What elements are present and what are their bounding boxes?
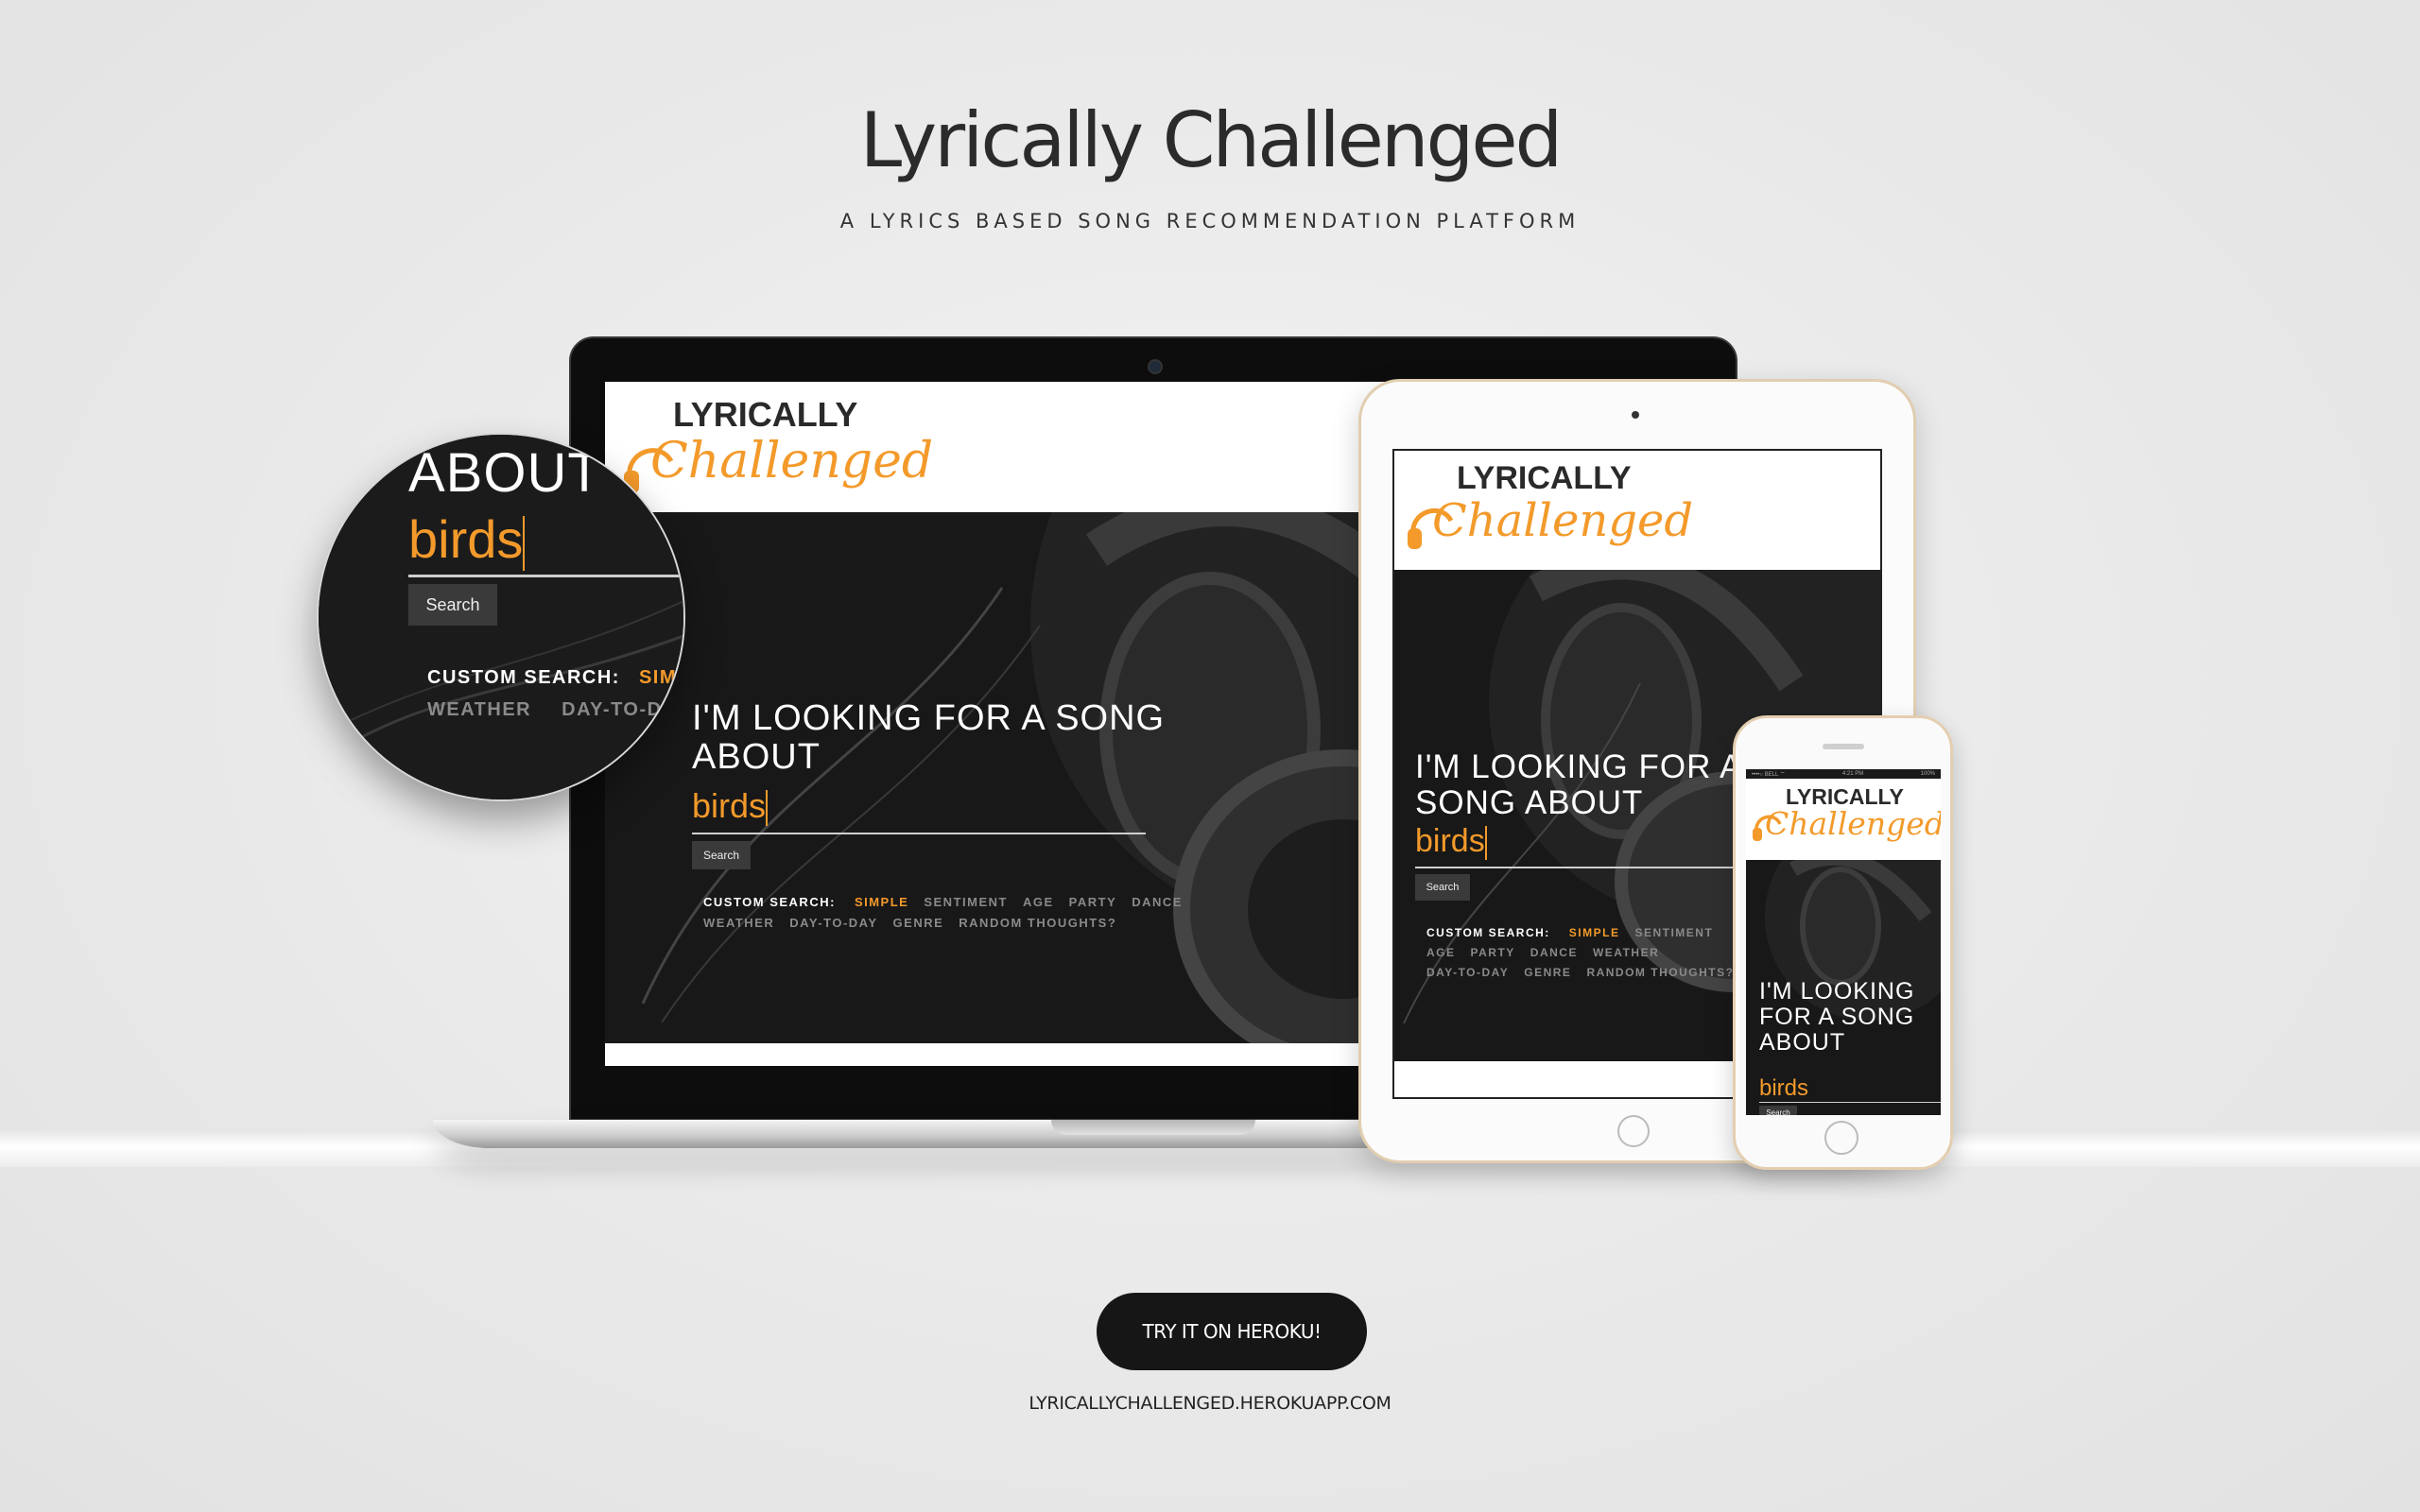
query-text: birds <box>408 509 524 569</box>
page-subtitle: A LYRICS BASED SONG RECOMMENDATION PLATF… <box>839 210 1581 232</box>
laptop-notch <box>1051 1120 1255 1135</box>
query-input[interactable]: birds <box>692 786 769 827</box>
hero-headline: I'M LOOKING FOR A SONG ABOUT <box>1415 748 1741 821</box>
option-simple[interactable]: SIMPLE <box>1569 923 1620 943</box>
option-age[interactable]: AGE <box>1426 943 1456 963</box>
option-day-to-day[interactable]: DAY-TO-DA <box>562 694 677 726</box>
speaker-icon <box>1823 744 1864 749</box>
page-title: Lyrically Challenged <box>859 96 1564 184</box>
carrier-signal: ••••○ BELL ⌔ <box>1752 772 1786 778</box>
try-heroku-button[interactable]: TRY IT ON HEROKU! <box>1097 1293 1367 1370</box>
hero-section: I'M LOOKING FOR A SONG ABOUT birds Searc… <box>1746 860 1941 1115</box>
zoom-query-input[interactable]: birds <box>408 508 526 572</box>
option-party[interactable]: PARTY <box>1069 892 1117 913</box>
status-time: 4:21 PM <box>1841 771 1864 777</box>
option-age[interactable]: AGE <box>1023 892 1054 913</box>
home-button-icon[interactable] <box>1617 1115 1650 1147</box>
query-input[interactable]: birds <box>1759 1075 1808 1102</box>
option-simple[interactable]: SIM <box>639 662 677 694</box>
option-day-to-day[interactable]: DAY-TO-DAY <box>1426 963 1509 983</box>
status-bar: ••••○ BELL ⌔ 4:21 PM 100% <box>1746 769 1941 779</box>
search-button[interactable]: Search <box>1759 1106 1797 1115</box>
battery-level: 100% <box>1920 771 1935 777</box>
option-random-thoughts[interactable]: RANDOM THOUGHTS? <box>1586 963 1734 983</box>
option-genre[interactable]: GENRE <box>1524 963 1571 983</box>
option-dance[interactable]: DANCE <box>1132 892 1183 913</box>
query-input[interactable]: birds <box>1415 823 1487 861</box>
zoom-headline: ABOUT <box>408 442 602 504</box>
custom-search-options: CUSTOM SEARCH: SIMPLE SENTIMENT AGE PARTY DAN… <box>703 892 1233 934</box>
search-button[interactable]: Search <box>1415 874 1470 901</box>
search-button[interactable]: Search <box>692 841 751 869</box>
query-text: birds <box>1415 823 1485 859</box>
app-header: LYRICALLY Challenged <box>1394 451 1880 572</box>
custom-search-label: CUSTOM SEARCH: <box>1426 926 1550 939</box>
app-logo[interactable]: LYRICALLY Challenged <box>1406 460 1693 564</box>
logo-script: Challenged <box>650 433 934 490</box>
text-caret <box>523 516 526 572</box>
logo-script: Challenged <box>1432 494 1694 547</box>
option-party[interactable]: PARTY <box>1471 943 1515 963</box>
text-caret <box>766 790 769 827</box>
option-random-thoughts[interactable]: RANDOM THOUGHTS? <box>959 913 1116 934</box>
home-button-icon[interactable] <box>1824 1121 1858 1155</box>
custom-search-options: CUSTOM SEARCH: SIMPLE SENTIMENT AGE PARTY DAN… <box>1426 923 1767 983</box>
app-header: LYRICALLY Challenged <box>1746 779 1941 860</box>
query-underline <box>1759 1102 1941 1103</box>
logo-text: LYRICALLY <box>673 395 858 434</box>
option-simple[interactable]: SIMPLE <box>855 892 908 913</box>
camera-icon <box>1148 359 1163 374</box>
app-logo[interactable]: LYRICALLY Challenged <box>1752 784 1941 860</box>
search-button[interactable]: Search <box>408 584 497 626</box>
zoom-detail-bubble: ABOUT birds Search CUSTOM SEARCH: SIM WEAT… <box>317 433 685 801</box>
option-weather[interactable]: WEATHER <box>1593 943 1659 963</box>
zoom-custom-search-options: CUSTOM SEARCH: SIM WEATHER DAY-TO-DA <box>427 662 683 726</box>
option-sentiment[interactable]: SENTIMENT <box>1634 923 1713 943</box>
option-weather[interactable]: WEATHER <box>427 694 531 726</box>
query-text: birds <box>1759 1075 1809 1101</box>
phone-screen: ••••○ BELL ⌔ 4:21 PM 100% LYRICALLY Chal… <box>1746 769 1941 1115</box>
custom-search-label: CUSTOM SEARCH: <box>427 667 620 688</box>
option-weather[interactable]: WEATHER <box>703 913 774 934</box>
option-sentiment[interactable]: SENTIMENT <box>924 892 1008 913</box>
query-underline <box>692 833 1146 834</box>
option-genre[interactable]: GENRE <box>893 913 944 934</box>
option-dance[interactable]: DANCE <box>1530 943 1578 963</box>
hero-headline: I'M LOOKING FOR A SONG ABOUT <box>1759 978 1915 1056</box>
logo-text: LYRICALLY <box>1457 460 1632 496</box>
query-underline <box>408 575 683 577</box>
hero-headline: I'M LOOKING FOR A SONG ABOUT <box>692 698 1166 778</box>
query-text: birds <box>692 786 767 825</box>
custom-search-label: CUSTOM SEARCH: <box>703 895 836 909</box>
logo-script: Challenged <box>1765 805 1941 842</box>
option-day-to-day[interactable]: DAY-TO-DAY <box>789 913 877 934</box>
text-caret <box>1484 826 1487 861</box>
camera-icon <box>1632 411 1639 419</box>
app-url-link[interactable]: LYRICALLYCHALLENGED.HEROKUAPP.COM <box>0 1393 2420 1414</box>
